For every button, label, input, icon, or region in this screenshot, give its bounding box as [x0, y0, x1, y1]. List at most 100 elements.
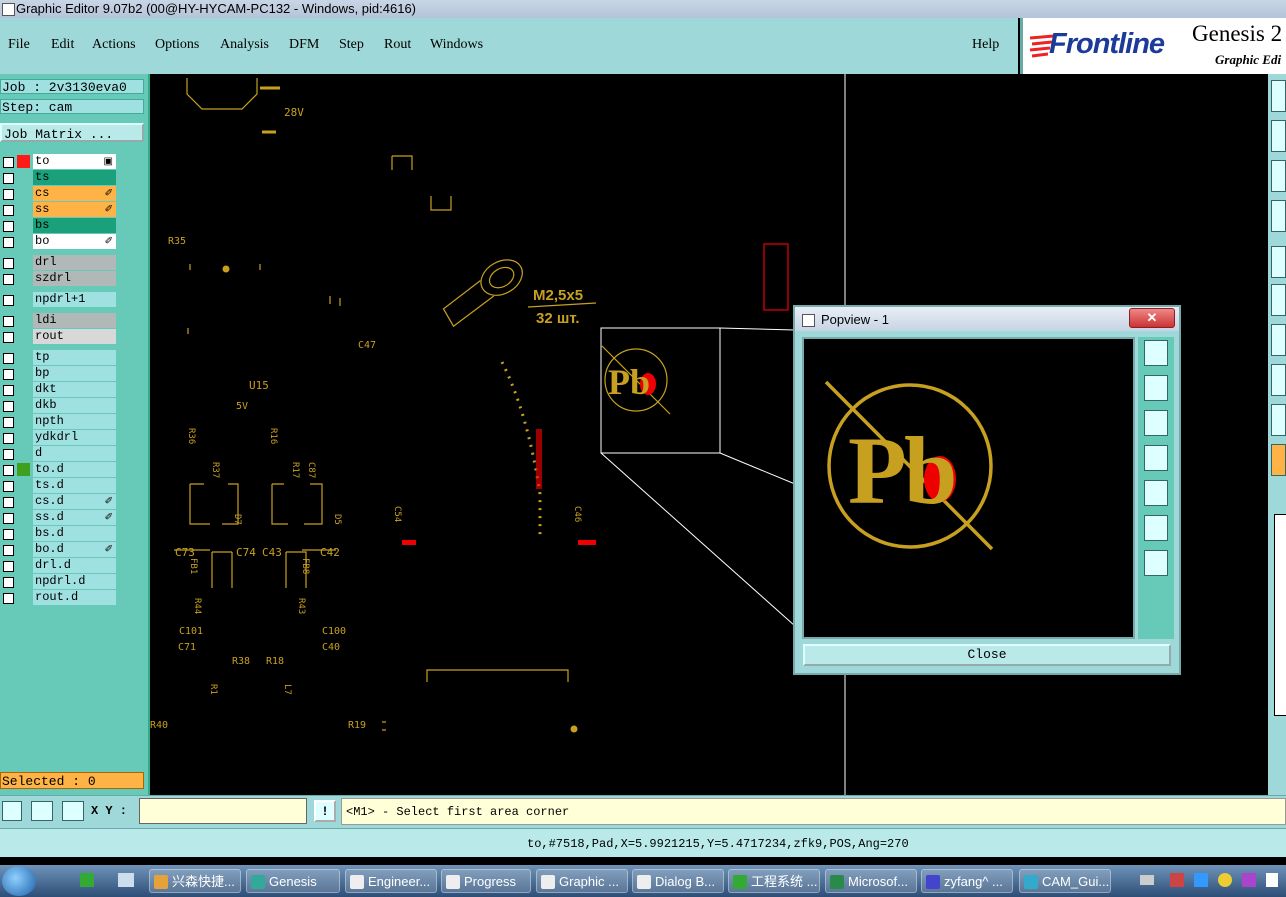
layer-checkbox[interactable]	[3, 481, 14, 492]
zoom-out-icon[interactable]	[1144, 550, 1168, 576]
menu-help[interactable]: Help	[972, 37, 999, 53]
layer-name[interactable]: szdrl	[33, 271, 116, 286]
menu-file[interactable]: File	[8, 37, 30, 53]
layer-row-bp[interactable]: bp	[0, 366, 118, 381]
layer-row-cs-d[interactable]: cs.d ✐	[0, 494, 118, 509]
layer-checkbox[interactable]	[3, 417, 14, 428]
popview-canvas[interactable]: P b	[802, 337, 1135, 639]
tool-icon[interactable]	[1271, 324, 1286, 356]
taskbar-item[interactable]: Genesis	[246, 869, 340, 893]
menu-edit[interactable]: Edit	[51, 37, 74, 53]
layer-name[interactable]: dkt	[33, 382, 116, 397]
tool-icon[interactable]	[1271, 364, 1286, 396]
layer-checkbox[interactable]	[3, 189, 14, 200]
layer-row-rout-d[interactable]: rout.d	[0, 590, 118, 605]
tool-icon[interactable]	[1271, 80, 1286, 112]
measure-icon[interactable]	[2, 801, 22, 821]
layer-name[interactable]: drl.d	[33, 558, 116, 573]
start-button[interactable]	[2, 866, 36, 896]
grid-icon[interactable]	[62, 801, 84, 821]
layer-row-to-d[interactable]: to.d	[0, 462, 118, 477]
pan-right-icon[interactable]	[1144, 480, 1168, 506]
tool-icon[interactable]	[1271, 404, 1286, 436]
layer-row-ydkdrl[interactable]: ydkdrl	[0, 430, 118, 445]
pan-up-icon[interactable]	[1144, 375, 1168, 401]
layer-row-bo-d[interactable]: bo.d ✐	[0, 542, 118, 557]
layer-name[interactable]: npth	[33, 414, 116, 429]
popview-close-button[interactable]: Close	[803, 644, 1171, 666]
layer-name[interactable]: to.d	[33, 462, 116, 477]
quicklaunch-icon[interactable]	[80, 873, 94, 887]
layer-checkbox[interactable]	[3, 465, 14, 476]
tray-icon[interactable]	[1266, 873, 1278, 887]
layer-name[interactable]: cs.d ✐	[33, 494, 116, 509]
layer-row-ts-d[interactable]: ts.d	[0, 478, 118, 493]
layer-checkbox[interactable]	[3, 295, 14, 306]
menu-step[interactable]: Step	[339, 37, 364, 53]
layer-row-ts[interactable]: ts	[0, 170, 118, 185]
layer-checkbox[interactable]	[3, 258, 14, 269]
layer-name[interactable]: ldi	[33, 313, 116, 328]
menu-actions[interactable]: Actions	[92, 37, 136, 53]
layer-checkbox[interactable]	[3, 529, 14, 540]
tool-icon[interactable]	[1271, 444, 1286, 476]
tool-icon[interactable]	[1271, 246, 1286, 278]
layer-name[interactable]: rout	[33, 329, 116, 344]
layer-checkbox[interactable]	[3, 353, 14, 364]
taskbar-item[interactable]: Dialog B...	[632, 869, 724, 893]
layer-checkbox[interactable]	[3, 369, 14, 380]
layer-checkbox[interactable]	[3, 513, 14, 524]
tool-icon[interactable]	[1271, 284, 1286, 316]
tray-icon[interactable]	[1140, 875, 1154, 885]
taskbar-item[interactable]: Graphic ...	[536, 869, 628, 893]
bang-button[interactable]: !	[314, 800, 336, 822]
layer-name[interactable]: rout.d	[33, 590, 116, 605]
layer-row-ldi[interactable]: ldi	[0, 313, 118, 328]
zoom-in-icon[interactable]	[1144, 340, 1168, 366]
layer-row-drl[interactable]: drl	[0, 255, 118, 270]
layer-row-dkt[interactable]: dkt	[0, 382, 118, 397]
tray-icon[interactable]	[1242, 873, 1256, 887]
layer-row-tp[interactable]: tp	[0, 350, 118, 365]
taskbar-item[interactable]: CAM_Gui...	[1019, 869, 1111, 893]
layer-row-rout[interactable]: rout	[0, 329, 118, 344]
layer-row-d[interactable]: d	[0, 446, 118, 461]
taskbar-item[interactable]: Engineer...	[345, 869, 437, 893]
layer-row-bs-d[interactable]: bs.d	[0, 526, 118, 541]
taskbar-item[interactable]: 工程系统 ...	[728, 869, 820, 893]
layer-row-bs[interactable]: bs	[0, 218, 118, 233]
layer-row-szdrl[interactable]: szdrl	[0, 271, 118, 286]
taskbar-item[interactable]: Progress	[441, 869, 531, 893]
xy-input[interactable]	[139, 798, 307, 824]
layer-name[interactable]: ts	[33, 170, 116, 185]
snap-icon[interactable]	[31, 801, 53, 821]
tray-icon[interactable]	[1194, 873, 1208, 887]
layer-checkbox[interactable]	[3, 577, 14, 588]
layer-name[interactable]: d	[33, 446, 116, 461]
layer-checkbox[interactable]	[3, 205, 14, 216]
taskbar-item[interactable]: zyfang^ ...	[921, 869, 1013, 893]
taskbar-item[interactable]: 兴森快捷...	[149, 869, 241, 893]
layer-name[interactable]: ydkdrl	[33, 430, 116, 445]
layer-name[interactable]: bs	[33, 218, 116, 233]
layer-checkbox[interactable]	[3, 221, 14, 232]
layer-checkbox[interactable]	[3, 545, 14, 556]
tool-icon[interactable]	[1271, 200, 1286, 232]
layer-name[interactable]: ts.d	[33, 478, 116, 493]
layer-row-to[interactable]: to ▣	[0, 154, 118, 169]
layer-name[interactable]: npdrl.d	[33, 574, 116, 589]
layer-checkbox[interactable]	[3, 433, 14, 444]
layer-name[interactable]: dkb	[33, 398, 116, 413]
layer-name[interactable]: drl	[33, 255, 116, 270]
quicklaunch-icon[interactable]	[118, 873, 134, 887]
layer-name[interactable]: bo ✐	[33, 234, 116, 249]
tool-icon[interactable]	[1271, 160, 1286, 192]
layer-checkbox[interactable]	[3, 385, 14, 396]
layer-checkbox[interactable]	[3, 497, 14, 508]
tray-icon[interactable]	[1170, 873, 1184, 887]
menu-dfm[interactable]: DFM	[289, 37, 319, 53]
layer-checkbox[interactable]	[3, 332, 14, 343]
layer-checkbox[interactable]	[3, 449, 14, 460]
layer-row-bo[interactable]: bo ✐	[0, 234, 118, 249]
tray-icon[interactable]	[1218, 873, 1232, 887]
